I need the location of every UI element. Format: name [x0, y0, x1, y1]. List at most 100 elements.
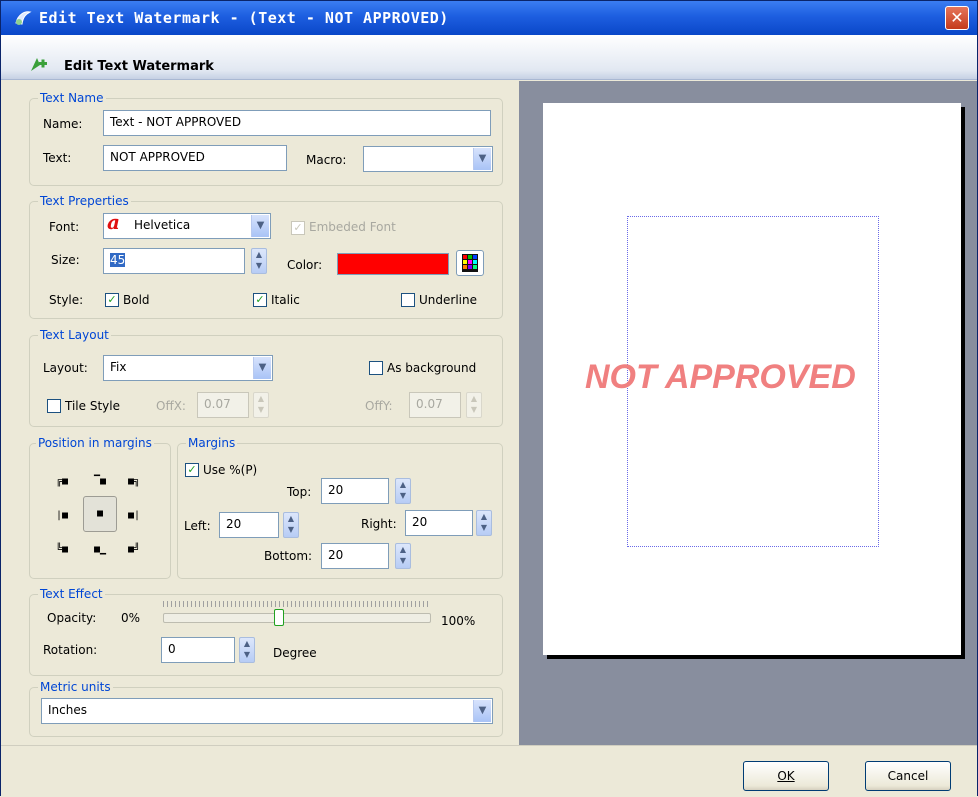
opacity-min-label: 0% — [121, 611, 141, 625]
font-value: Helvetica — [134, 218, 191, 232]
chevron-down-icon[interactable]: ▼ — [251, 215, 269, 237]
size-field[interactable]: 45 — [103, 248, 245, 274]
bottom-spinner[interactable]: ▲ ▼ — [395, 543, 411, 569]
size-spinner[interactable]: ▲ ▼ — [251, 248, 267, 274]
palette-icon — [462, 254, 478, 272]
chevron-down-icon[interactable]: ▼ — [473, 148, 491, 170]
cancel-button[interactable]: Cancel — [865, 761, 951, 791]
bottom-field[interactable]: 20 — [321, 543, 389, 569]
offx-field[interactable]: 0.07 — [197, 392, 249, 418]
right-spinner[interactable]: ▲ ▼ — [476, 510, 492, 536]
bold-label: Bold — [123, 293, 150, 307]
chevron-down-icon[interactable]: ▼ — [473, 700, 491, 722]
color-palette-button[interactable] — [456, 250, 484, 276]
style-label: Style: — [49, 293, 84, 307]
metric-units-value: Inches — [48, 703, 87, 717]
opacity-slider-ticks — [163, 601, 431, 607]
top-label: Top: — [287, 485, 312, 499]
position-top-right-button[interactable]: ■╗ — [123, 471, 145, 493]
name-label: Name: — [43, 117, 83, 131]
macro-label: Macro: — [306, 153, 347, 167]
offy-field[interactable]: 0.07 — [409, 392, 461, 418]
left-spinner[interactable]: ▲ ▼ — [283, 512, 299, 538]
font-dropdown[interactable]: Helvetica ▼ — [103, 213, 271, 239]
chevron-down-icon[interactable]: ▼ — [253, 357, 271, 379]
degree-label: Degree — [273, 646, 317, 660]
margins-group-label: Margins — [186, 436, 238, 450]
watermark-preview-text: NOT APPROVED — [585, 358, 856, 396]
name-field[interactable]: Text - NOT APPROVED — [103, 110, 491, 136]
position-top-left-button[interactable]: ╔■ — [51, 471, 73, 493]
as-background-checkbox[interactable] — [369, 361, 383, 375]
right-label: Right: — [361, 517, 397, 531]
tile-style-label: Tile Style — [65, 399, 120, 413]
ok-button-label: OK — [777, 769, 795, 783]
layout-value: Fix — [110, 360, 127, 374]
ok-button[interactable]: OK — [743, 761, 829, 791]
text-field[interactable]: NOT APPROVED — [103, 145, 287, 171]
left-label: Left: — [184, 519, 211, 533]
metric-units-group-label: Metric units — [38, 680, 113, 694]
opacity-max-label: 100% — [441, 614, 476, 628]
macro-dropdown[interactable]: ▼ — [363, 146, 493, 172]
use-percent-label: Use %(P) — [203, 463, 258, 477]
top-field[interactable]: 20 — [321, 478, 389, 504]
text-name-group-label: Text Name — [38, 91, 106, 105]
dialog-window: Edit Text Watermark - (Text - NOT APPROV… — [0, 0, 978, 797]
size-value: 45 — [110, 253, 126, 267]
banner-title: Edit Text Watermark — [64, 59, 214, 74]
text-effect-group-label: Text Effect — [38, 587, 105, 601]
opacity-label: Opacity: — [47, 611, 97, 625]
cancel-button-label: Cancel — [887, 769, 929, 783]
top-spinner[interactable]: ▲ ▼ — [395, 478, 411, 504]
underline-label: Underline — [419, 293, 477, 307]
text-properties-group-label: Text Preperties — [38, 194, 131, 208]
close-button[interactable]: ✕ — [945, 6, 969, 30]
embedded-font-checkbox[interactable]: ✓ — [291, 221, 305, 235]
position-bottom-left-button[interactable]: ╚■ — [51, 539, 73, 561]
tile-style-checkbox[interactable] — [47, 399, 61, 413]
bottom-label: Bottom: — [264, 549, 313, 563]
header-banner: Edit Text Watermark — [1, 35, 977, 80]
button-bar: OK Cancel — [1, 745, 977, 797]
metric-units-dropdown[interactable]: Inches ▼ — [41, 698, 493, 724]
color-label: Color: — [287, 258, 323, 272]
rotation-spinner[interactable]: ▲ ▼ — [239, 637, 255, 663]
rotation-field[interactable]: 0 — [161, 637, 235, 663]
underline-checkbox[interactable] — [401, 293, 415, 307]
edit-watermark-icon — [31, 58, 47, 71]
italic-checkbox[interactable]: ✓ — [253, 293, 267, 307]
preview-page: NOT APPROVED — [543, 103, 961, 655]
offy-label: OffY: — [365, 399, 393, 413]
offx-spinner[interactable]: ▲ ▼ — [253, 392, 269, 418]
text-layout-group-label: Text Layout — [38, 328, 111, 342]
right-field[interactable]: 20 — [405, 510, 473, 536]
layout-dropdown[interactable]: Fix ▼ — [103, 355, 273, 381]
opacity-slider[interactable] — [163, 613, 431, 623]
color-swatch[interactable] — [337, 253, 449, 275]
italic-label: Italic — [271, 293, 300, 307]
offx-label: OffX: — [156, 399, 186, 413]
offy-spinner[interactable]: ▲ ▼ — [466, 392, 482, 418]
position-center-button[interactable]: ■ — [83, 496, 117, 532]
font-label: Font: — [49, 220, 80, 234]
bold-checkbox[interactable]: ✓ — [105, 293, 119, 307]
position-middle-right-button[interactable]: ■| — [123, 505, 145, 527]
rotation-label: Rotation: — [43, 643, 98, 657]
position-top-center-button[interactable]: ▔■ — [89, 471, 111, 493]
embedded-font-label: Embeded Font — [309, 220, 396, 234]
layout-label: Layout: — [43, 361, 88, 375]
font-type-icon: a — [107, 210, 120, 234]
position-bottom-right-button[interactable]: ■╝ — [123, 539, 145, 561]
opacity-slider-thumb[interactable] — [273, 609, 284, 626]
position-group-label: Position in margins — [36, 436, 154, 450]
left-field[interactable]: 20 — [219, 512, 279, 538]
position-bottom-center-button[interactable]: ■▁ — [89, 539, 111, 561]
title-bar[interactable]: Edit Text Watermark - (Text - NOT APPROV… — [1, 1, 977, 35]
app-icon — [15, 11, 32, 25]
preview-area: NOT APPROVED — [519, 81, 977, 745]
size-label: Size: — [51, 253, 80, 267]
position-middle-left-button[interactable]: |■ — [51, 505, 73, 527]
use-percent-checkbox[interactable]: ✓ — [185, 463, 199, 477]
text-label: Text: — [43, 151, 72, 165]
